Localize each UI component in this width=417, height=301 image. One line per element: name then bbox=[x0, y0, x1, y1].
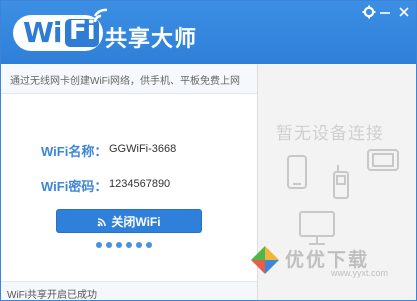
devices-illustration bbox=[287, 149, 399, 245]
close-wifi-label: 关闭WiFi bbox=[111, 215, 161, 229]
progress-dot bbox=[116, 242, 122, 248]
wifi-signal-icon bbox=[98, 218, 107, 227]
monitor-icon bbox=[299, 211, 335, 245]
wifi-name-value[interactable]: GGWiFi-3668 bbox=[109, 143, 176, 155]
watermark: 优优下载 www.yyxt.com bbox=[245, 242, 416, 282]
app-window: Wi Fi 共享大师 通过无线网卡创建WiFi网络，供手机、平板免费上网 WiF… bbox=[0, 0, 417, 301]
progress-dot bbox=[96, 242, 102, 248]
status-text: WiFi共享开启已成功 bbox=[7, 290, 97, 301]
no-device-text: 暂无设备连接 bbox=[276, 124, 384, 143]
progress-dot bbox=[106, 242, 112, 248]
progress-dot bbox=[146, 242, 152, 248]
close-icon[interactable] bbox=[397, 5, 411, 19]
wifi-password-label: WiFi密码： bbox=[41, 179, 108, 194]
subtitle-text: 通过无线网卡创建WiFi网络，供手机、平板免费上网 bbox=[10, 76, 240, 87]
gear-icon[interactable] bbox=[362, 5, 376, 19]
progress-dot bbox=[126, 242, 132, 248]
status-bar: WiFi共享开启已成功 bbox=[1, 281, 257, 301]
tablet-icon bbox=[367, 149, 399, 171]
logo-wi-text: Wi bbox=[23, 16, 62, 49]
feature-phone-icon bbox=[333, 165, 349, 199]
progress-dot bbox=[136, 242, 142, 248]
watermark-logo-icon bbox=[251, 246, 279, 274]
progress-dots bbox=[96, 242, 152, 250]
wifi-name-label: WiFi名称： bbox=[41, 144, 108, 159]
header-bar: Wi Fi 共享大师 bbox=[1, 1, 416, 64]
close-wifi-button[interactable]: 关闭WiFi bbox=[56, 209, 202, 233]
wifi-info-panel: WiFi名称： GGWiFi-3668 WiFi密码： 1234567890 关… bbox=[1, 94, 257, 281]
watermark-url: www.yyxt.com bbox=[331, 268, 389, 278]
phone-icon bbox=[287, 155, 307, 189]
subtitle-bar: 通过无线网卡创建WiFi网络，供手机、平板免费上网 bbox=[1, 64, 257, 94]
app-title: 共享大师 bbox=[105, 26, 198, 51]
minimize-icon[interactable] bbox=[378, 5, 392, 19]
wifi-password-value[interactable]: 1234567890 bbox=[109, 178, 170, 190]
